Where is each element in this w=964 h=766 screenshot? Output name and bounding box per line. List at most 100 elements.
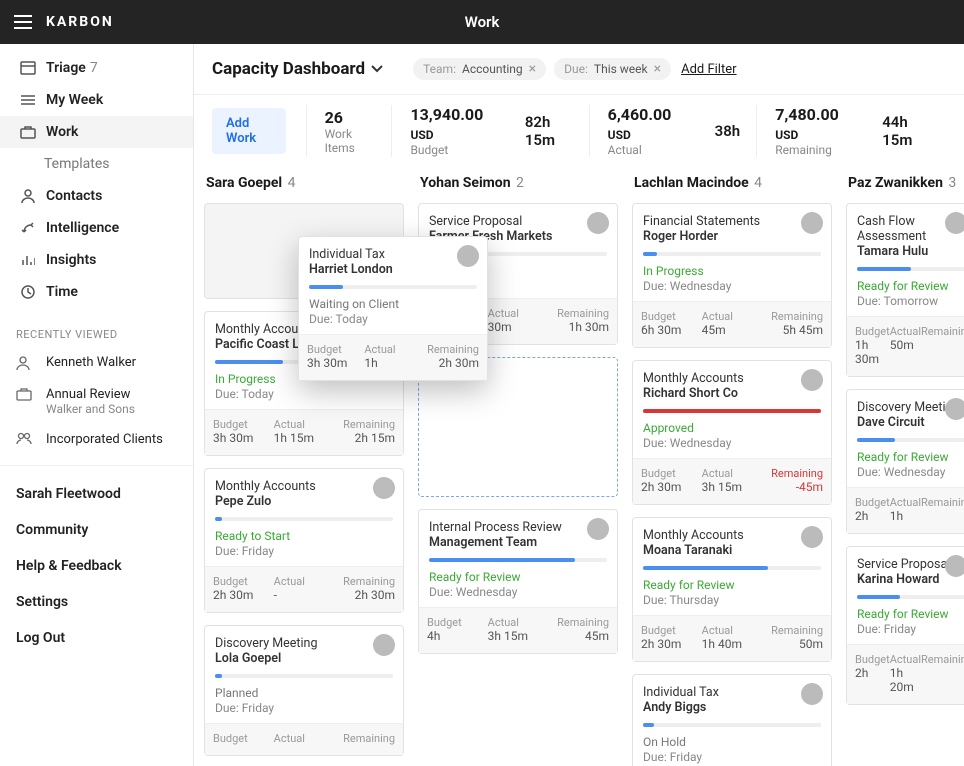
nav-label: Intelligence bbox=[46, 220, 119, 236]
card-type: Monthly Accounts bbox=[215, 479, 393, 494]
card-type: Discovery Meeting bbox=[215, 636, 393, 651]
page-title-text: Capacity Dashboard bbox=[212, 59, 365, 79]
card-avatar bbox=[587, 518, 609, 540]
work-card[interactable]: Financial StatementsRoger HorderIn Progr… bbox=[632, 203, 832, 348]
chip-remove-icon[interactable]: × bbox=[529, 62, 536, 76]
recent-item[interactable]: Kenneth Walker bbox=[0, 347, 193, 379]
work-card[interactable]: Cash Flow AssessmentTamara HuluReady for… bbox=[846, 203, 964, 377]
add-filter-link[interactable]: Add Filter bbox=[681, 62, 736, 77]
work-card[interactable]: Internal Process ReviewManagement TeamRe… bbox=[418, 509, 618, 654]
filter-chip[interactable]: Due:This week× bbox=[554, 58, 671, 80]
card-avatar bbox=[945, 398, 964, 420]
footer-link-help-feedback[interactable]: Help & Feedback bbox=[0, 548, 193, 584]
stat-budget-hours: 82h 15m bbox=[509, 113, 589, 149]
page-title-dropdown[interactable]: Capacity Dashboard bbox=[212, 59, 383, 79]
work-card[interactable]: Monthly AccountsPepe ZuloReady to StartD… bbox=[204, 468, 404, 613]
nav-count: 7 bbox=[90, 60, 98, 76]
filter-chip[interactable]: Team: Accounting × bbox=[413, 58, 546, 80]
card-due: Due: Tomorrow bbox=[857, 294, 964, 308]
footer-link-community[interactable]: Community bbox=[0, 512, 193, 548]
card-type: Financial Statements bbox=[643, 214, 821, 229]
chip-value: Accounting bbox=[462, 62, 523, 76]
nav-item-intelligence[interactable]: Intelligence bbox=[0, 212, 193, 244]
card-client: Pepe Zulo bbox=[215, 494, 393, 509]
card-due: Due: Wednesday bbox=[857, 465, 964, 479]
recent-title: Incorporated Clients bbox=[46, 432, 163, 447]
nav-item-insights[interactable]: Insights bbox=[0, 244, 193, 276]
card-client: Moana Taranaki bbox=[643, 543, 821, 558]
nav-label: Work bbox=[46, 124, 78, 140]
work-card[interactable]: Monthly AccountsRichard Short CoApproved… bbox=[632, 360, 832, 505]
work-card[interactable]: Discovery MeetingDave CircuitReady for R… bbox=[846, 389, 964, 534]
recent-item[interactable]: Annual ReviewWalker and Sons bbox=[0, 379, 193, 424]
dragging-card[interactable]: Individual Tax Harriet London Waiting on… bbox=[298, 236, 488, 381]
card-avatar bbox=[801, 526, 823, 548]
nav-item-triage[interactable]: Triage7 bbox=[0, 52, 193, 84]
nav-item-contacts[interactable]: Contacts bbox=[0, 180, 193, 212]
card-type: Internal Process Review bbox=[429, 520, 607, 535]
work-card[interactable]: Individual TaxAndy BiggsOn HoldDue: Frid… bbox=[632, 674, 832, 766]
card-due: Due: Friday bbox=[215, 544, 393, 558]
nav-icon bbox=[16, 253, 40, 267]
card-due: Due: Wednesday bbox=[643, 436, 821, 450]
menu-icon[interactable] bbox=[14, 15, 34, 29]
recent-title: Annual Review bbox=[46, 387, 135, 402]
card-client: Andy Biggs bbox=[643, 700, 821, 715]
card-avatar bbox=[373, 634, 395, 656]
card-avatar bbox=[373, 477, 395, 499]
card-due: Due: Friday bbox=[643, 750, 821, 764]
recent-icon bbox=[16, 432, 40, 446]
nav-icon bbox=[16, 285, 40, 299]
card-due: Due: Wednesday bbox=[429, 585, 607, 599]
work-card[interactable]: Discovery MeetingLola GoepelPlannedDue: … bbox=[204, 625, 404, 756]
chevron-down-icon bbox=[371, 65, 383, 73]
footer-link-sarah-fleetwood[interactable]: Sarah Fleetwood bbox=[0, 476, 193, 512]
nav-label: My Week bbox=[46, 92, 103, 108]
footer-link-log-out[interactable]: Log Out bbox=[0, 620, 193, 656]
brand-logo: KARBON bbox=[46, 14, 114, 30]
nav-item-time[interactable]: Time bbox=[0, 276, 193, 308]
recent-item[interactable]: Incorporated Clients bbox=[0, 424, 193, 455]
recent-icon bbox=[16, 387, 40, 401]
card-type: Service Proposal bbox=[429, 214, 607, 229]
nav-icon bbox=[16, 125, 40, 139]
chip-remove-icon[interactable]: × bbox=[654, 62, 661, 76]
nav-item-my-week[interactable]: My Week bbox=[0, 84, 193, 116]
board-column: Paz Zwanikken 3 Cash Flow AssessmentTamar… bbox=[846, 175, 964, 756]
footer-link-settings[interactable]: Settings bbox=[0, 584, 193, 620]
nav-label: Triage bbox=[46, 60, 86, 76]
card-avatar bbox=[801, 369, 823, 391]
card-client: Roger Horder bbox=[643, 229, 821, 244]
column-header: Lachlan Macindoe 4 bbox=[632, 175, 832, 191]
chip-key: Team: bbox=[423, 62, 456, 76]
app-header: KARBON Work bbox=[0, 0, 964, 44]
header-title: Work bbox=[0, 13, 964, 31]
card-avatar bbox=[801, 683, 823, 705]
work-card[interactable]: Service ProposalKarina HowardReady for R… bbox=[846, 546, 964, 705]
column-header: Yohan Seimon 2 bbox=[418, 175, 618, 191]
recent-label: RECENTLY VIEWED bbox=[0, 308, 193, 347]
card-status: Ready for Review bbox=[857, 279, 964, 293]
nav-label: Templates bbox=[44, 156, 110, 172]
nav-item-templates[interactable]: Templates bbox=[0, 148, 193, 180]
card-client: Tamara Hulu bbox=[857, 244, 964, 259]
card-client: Management Team bbox=[429, 535, 607, 550]
add-work-button[interactable]: Add Work bbox=[212, 108, 286, 154]
stat-items-label: Work Items bbox=[325, 127, 374, 155]
card-due: Due: Today bbox=[309, 312, 477, 326]
card-client: Harriet London bbox=[309, 262, 477, 277]
card-type: Individual Tax bbox=[643, 685, 821, 700]
stat-budget-value: 13,940.00 USD bbox=[410, 105, 490, 143]
card-client: Lola Goepel bbox=[215, 651, 393, 666]
card-due: Due: Wednesday bbox=[643, 279, 821, 293]
stats-bar: Add Work 26 Work Items 13,940.00 USD Bud… bbox=[194, 95, 964, 171]
work-card[interactable]: Monthly AccountsMoana TaranakiReady for … bbox=[632, 517, 832, 662]
nav-icon bbox=[16, 61, 40, 75]
card-status: Ready for Review bbox=[857, 607, 964, 621]
card-due: Due: Today bbox=[215, 387, 393, 401]
column-header: Paz Zwanikken 3 bbox=[846, 175, 964, 191]
card-type: Monthly Accounts bbox=[643, 371, 821, 386]
nav-item-work[interactable]: Work bbox=[0, 116, 193, 148]
stat-remaining-label: Remaining bbox=[775, 143, 848, 157]
card-status: Waiting on Client bbox=[309, 297, 477, 311]
